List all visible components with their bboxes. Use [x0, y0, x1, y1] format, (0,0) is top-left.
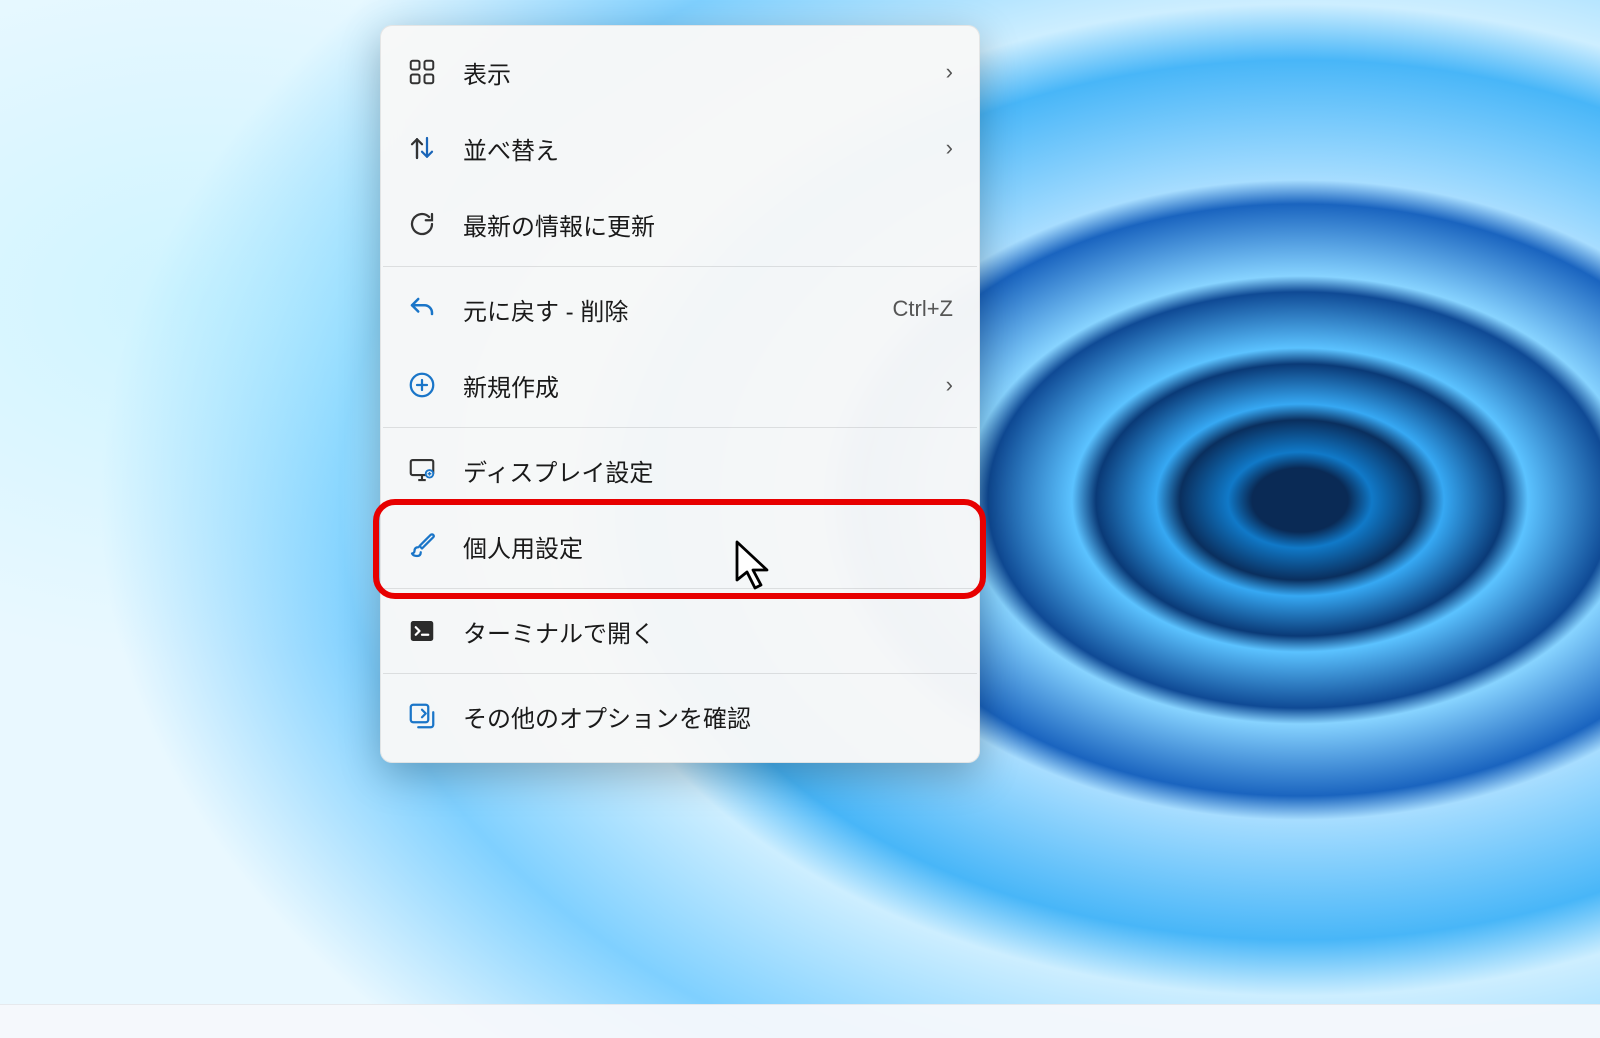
menu-item-label: 最新の情報に更新: [463, 207, 953, 242]
menu-item-sort[interactable]: 並べ替え ›: [381, 110, 979, 186]
chevron-right-icon: ›: [946, 59, 953, 85]
desktop-wallpaper[interactable]: 表示 › 並べ替え › 最新の情報に更新: [0, 0, 1600, 1038]
menu-item-label: ターミナルで開く: [463, 614, 953, 649]
menu-item-display-settings[interactable]: ディスプレイ設定: [381, 432, 979, 508]
menu-item-undo[interactable]: 元に戻す - 削除 Ctrl+Z: [381, 271, 979, 347]
chevron-right-icon: ›: [946, 372, 953, 398]
terminal-icon: [403, 612, 441, 650]
menu-item-open-terminal[interactable]: ターミナルで開く: [381, 593, 979, 669]
menu-item-label: その他のオプションを確認: [463, 699, 953, 734]
menu-item-label: 新規作成: [463, 368, 946, 403]
undo-icon: [403, 290, 441, 328]
menu-item-refresh[interactable]: 最新の情報に更新: [381, 186, 979, 262]
menu-item-more-options[interactable]: その他のオプションを確認: [381, 678, 979, 754]
menu-item-label: 元に戻す - 削除: [463, 292, 893, 327]
menu-item-label: 表示: [463, 55, 946, 90]
sort-icon: [403, 129, 441, 167]
menu-item-label: 並べ替え: [463, 131, 946, 166]
menu-separator: [383, 588, 977, 589]
view-icon: [403, 53, 441, 91]
new-icon: [403, 366, 441, 404]
menu-item-label: ディスプレイ設定: [463, 453, 953, 488]
menu-item-view[interactable]: 表示 ›: [381, 34, 979, 110]
brush-icon: [403, 527, 441, 565]
chevron-right-icon: ›: [946, 135, 953, 161]
menu-separator: [383, 427, 977, 428]
display-icon: [403, 451, 441, 489]
menu-item-label: 個人用設定: [463, 529, 953, 564]
menu-item-shortcut: Ctrl+Z: [893, 296, 954, 322]
more-icon: [403, 697, 441, 735]
menu-item-personalize[interactable]: 個人用設定: [381, 508, 979, 584]
desktop-context-menu: 表示 › 並べ替え › 最新の情報に更新: [380, 25, 980, 763]
menu-separator: [383, 266, 977, 267]
taskbar[interactable]: [0, 1004, 1600, 1038]
refresh-icon: [403, 205, 441, 243]
menu-separator: [383, 673, 977, 674]
menu-item-new[interactable]: 新規作成 ›: [381, 347, 979, 423]
